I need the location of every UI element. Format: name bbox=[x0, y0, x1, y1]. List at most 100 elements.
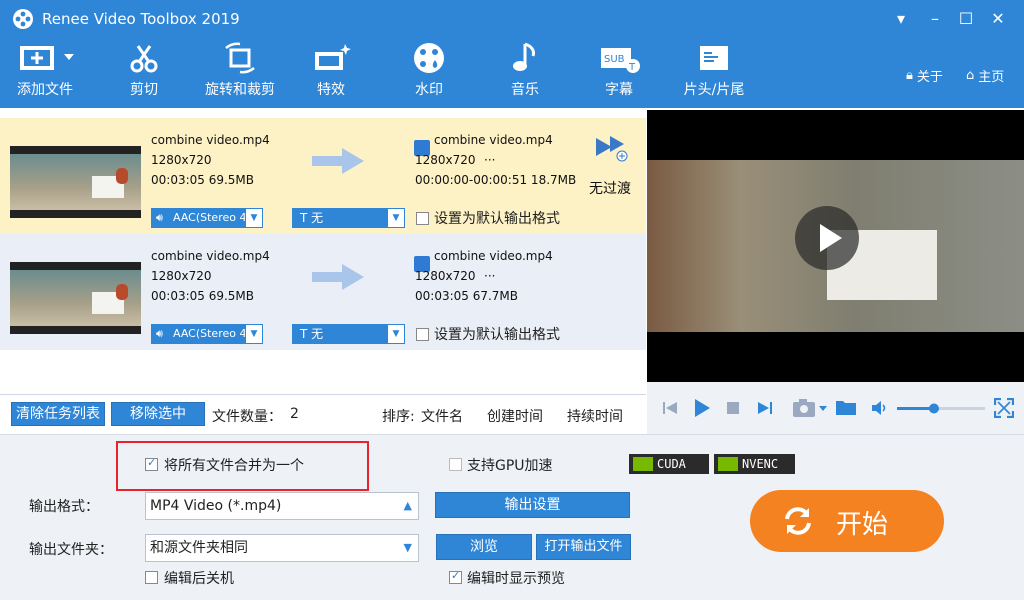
merge-files-checkbox[interactable] bbox=[145, 456, 158, 471]
toolbar-watermark[interactable]: 水印 bbox=[404, 42, 454, 106]
default-format-checkbox[interactable] bbox=[416, 328, 429, 341]
merge-files-label: 将所有文件合并为一个 bbox=[164, 458, 304, 474]
audio-track-select[interactable]: 🔊︎ AAC(Stereo 4 ▼ bbox=[151, 208, 263, 228]
clear-list-button[interactable]: 清除任务列表 bbox=[11, 402, 105, 426]
file-row[interactable]: combine video.mp4 1280x720 00:03:05 69.5… bbox=[0, 234, 646, 350]
output-settings-button[interactable]: 输出设置 bbox=[435, 492, 630, 518]
convert-arrow-icon bbox=[312, 264, 364, 290]
sort-label: 排序: bbox=[382, 409, 415, 425]
effects-icon bbox=[315, 44, 351, 70]
toolbar-intro-outro[interactable]: 片头/片尾 bbox=[676, 42, 752, 106]
shutdown-label: 编辑后关机 bbox=[164, 571, 234, 587]
lock-icon: 🔒︎ bbox=[906, 68, 913, 83]
output-folder-label: 输出文件夹： bbox=[29, 542, 113, 558]
speaker-icon: 🔊︎ bbox=[156, 327, 163, 340]
scissors-icon bbox=[130, 45, 158, 73]
toolbar-cut[interactable]: 剪切 bbox=[112, 42, 176, 106]
convert-arrow-icon bbox=[312, 148, 364, 174]
cuda-badge: CUDA bbox=[629, 454, 709, 474]
open-output-folder-button[interactable]: 打开输出文件 bbox=[536, 534, 631, 560]
output-format-select[interactable]: MP4 Video (*.mp4) ▲ bbox=[145, 492, 419, 520]
camera-icon[interactable] bbox=[792, 398, 828, 418]
close-icon[interactable]: ✕ bbox=[983, 6, 1013, 32]
transition-label: 无过渡 bbox=[589, 181, 631, 197]
transition-icon[interactable] bbox=[594, 134, 630, 162]
menu-icon[interactable]: ▾ bbox=[886, 6, 916, 32]
app-logo-icon bbox=[13, 9, 33, 29]
browse-button[interactable]: 浏览 bbox=[436, 534, 532, 560]
chevron-down-icon: ▼ bbox=[387, 208, 405, 228]
gpu-accel-checkbox[interactable] bbox=[449, 458, 462, 471]
nvidia-icon bbox=[718, 457, 738, 471]
play-icon[interactable] bbox=[693, 398, 711, 418]
output-folder-select[interactable]: 和源文件夹相同 ▼ bbox=[145, 534, 419, 562]
volume-slider[interactable] bbox=[897, 398, 987, 418]
window-title: Renee Video Toolbox 2019 bbox=[42, 10, 240, 28]
list-toolbar: 清除任务列表 移除选中 文件数量： 2 排序: 文件名 创建时间 持续时间 bbox=[0, 394, 646, 434]
stop-icon[interactable] bbox=[727, 402, 739, 414]
folder-icon[interactable] bbox=[835, 398, 857, 416]
output-file-name: combine video.mp4 bbox=[434, 249, 553, 263]
sort-by-created[interactable]: 创建时间 bbox=[487, 406, 543, 426]
intro-outro-icon bbox=[700, 46, 728, 70]
default-format-checkbox[interactable] bbox=[416, 212, 429, 225]
show-preview-checkbox[interactable] bbox=[449, 569, 462, 584]
audio-track-select[interactable]: 🔊︎ AAC(Stereo 4 ▼ bbox=[151, 324, 263, 344]
home-link[interactable]: ⌂ 主页 bbox=[966, 66, 1004, 85]
watermark-icon bbox=[414, 43, 444, 73]
minimize-icon[interactable]: – bbox=[920, 6, 950, 32]
fullscreen-icon[interactable] bbox=[994, 398, 1014, 418]
svg-text:T: T bbox=[628, 62, 636, 73]
toolbar-effects[interactable]: 特效 bbox=[306, 42, 356, 106]
output-more[interactable]: ··· bbox=[484, 153, 495, 167]
next-icon[interactable] bbox=[757, 400, 773, 416]
chevron-down-icon: ▼ bbox=[403, 541, 412, 554]
output-resolution: 1280x720 bbox=[415, 269, 476, 283]
source-duration-size: 00:03:05 69.5MB bbox=[151, 173, 255, 187]
show-preview-label: 编辑时显示预览 bbox=[467, 571, 565, 587]
refresh-icon bbox=[785, 507, 811, 535]
crop-rotate-icon bbox=[225, 42, 255, 74]
subtitle-select[interactable]: T 无 ▼ bbox=[292, 208, 405, 228]
default-format-label: 设置为默认输出格式 bbox=[434, 327, 560, 343]
sort-by-name[interactable]: 文件名 bbox=[421, 406, 463, 426]
nvenc-badge: NVENC bbox=[714, 454, 795, 474]
previous-icon[interactable] bbox=[662, 400, 678, 416]
svg-text:SUB: SUB bbox=[604, 54, 625, 65]
chevron-down-icon: ▼ bbox=[245, 324, 263, 344]
output-resolution: 1280x720 bbox=[415, 153, 476, 167]
chevron-up-icon: ▲ bbox=[403, 499, 412, 512]
start-button[interactable]: 开始 bbox=[750, 490, 944, 552]
nvidia-icon bbox=[633, 457, 653, 471]
remove-selected-button[interactable]: 移除选中 bbox=[111, 402, 205, 426]
source-file-name: combine video.mp4 bbox=[151, 133, 270, 147]
output-more[interactable]: ··· bbox=[484, 269, 495, 283]
toolbar-subtitle[interactable]: SUB T 字幕 bbox=[594, 42, 644, 106]
about-link[interactable]: 🔒︎ 关于 bbox=[906, 66, 943, 85]
file-row[interactable]: combine video.mp4 1280x720 00:03:05 69.5… bbox=[0, 118, 646, 234]
sort-by-duration[interactable]: 持续时间 bbox=[567, 406, 623, 426]
shutdown-checkbox[interactable] bbox=[145, 571, 158, 584]
file-count: 2 bbox=[290, 406, 299, 422]
speaker-icon: 🔊︎ bbox=[156, 211, 163, 224]
output-format-label: 输出格式： bbox=[29, 499, 99, 515]
chevron-down-icon: ▼ bbox=[245, 208, 263, 228]
toolbar-crop-rotate[interactable]: 旋转和裁剪 bbox=[198, 42, 282, 106]
home-icon: ⌂ bbox=[966, 68, 975, 83]
toolbar-music[interactable]: 音乐 bbox=[500, 42, 550, 106]
play-overlay-icon[interactable] bbox=[795, 206, 859, 270]
video-thumbnail bbox=[10, 262, 141, 334]
maximize-icon[interactable]: ☐ bbox=[951, 6, 981, 32]
toolbar-add-file[interactable]: 添加文件 bbox=[10, 42, 80, 106]
volume-icon[interactable] bbox=[871, 400, 889, 416]
main-toolbar: 添加文件 剪切 旋转和裁剪 特效 水印 音乐 SUB T 字幕 片头/片尾 🔒︎ … bbox=[0, 38, 1024, 108]
video-thumbnail bbox=[10, 146, 141, 218]
file-list: combine video.mp4 1280x720 00:03:05 69.5… bbox=[0, 110, 646, 394]
video-preview[interactable] bbox=[647, 110, 1024, 382]
subtitle-select[interactable]: T 无 ▼ bbox=[292, 324, 405, 344]
gpu-accel-label: 支持GPU加速 bbox=[467, 458, 553, 474]
subtitle-icon: SUBT bbox=[601, 48, 640, 73]
output-duration-size: 00:00:00-00:00:51 18.7MB bbox=[415, 173, 577, 187]
music-icon bbox=[513, 42, 535, 71]
source-resolution: 1280x720 bbox=[151, 269, 212, 283]
